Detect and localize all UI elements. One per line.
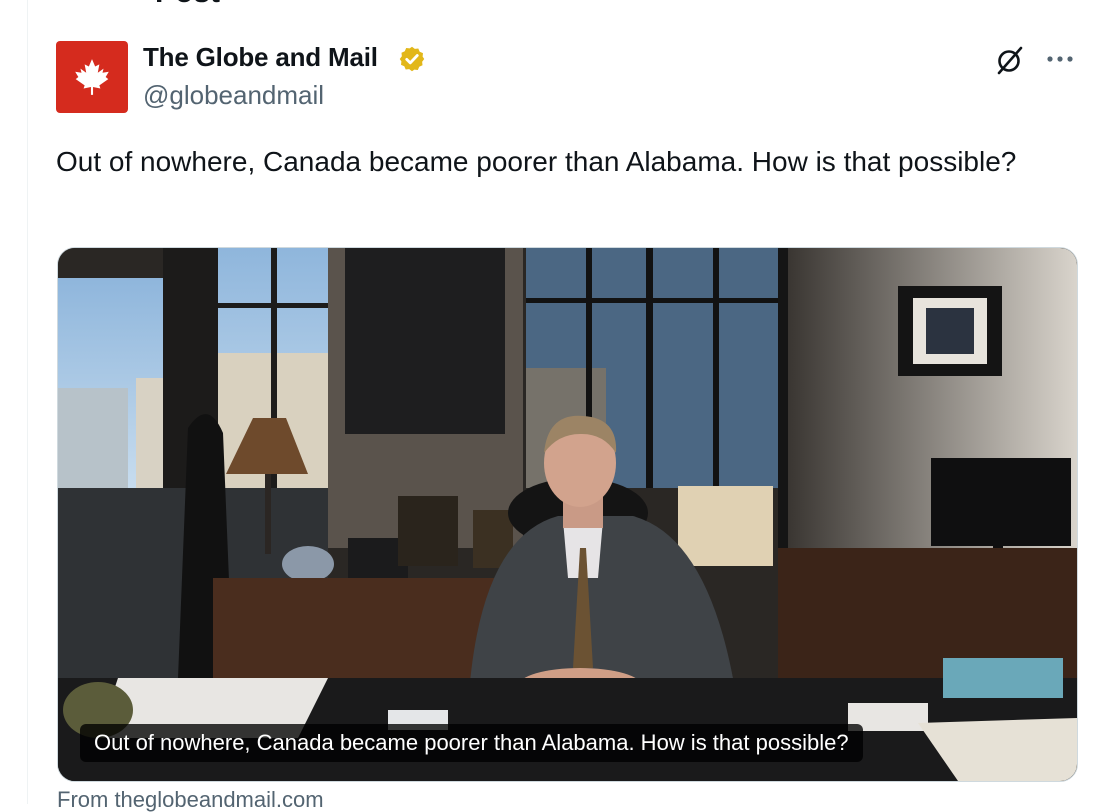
more-options-icon[interactable] <box>1044 52 1076 66</box>
video-frame <box>58 248 1077 781</box>
avatar[interactable] <box>56 41 128 113</box>
author-name[interactable]: The Globe and Mail <box>143 42 378 73</box>
grok-icon[interactable] <box>994 44 1026 76</box>
verified-badge-icon <box>399 46 425 72</box>
page-title: Post <box>155 0 220 8</box>
maple-leaf-icon <box>75 59 109 95</box>
author-handle[interactable]: @globeandmail <box>143 80 324 111</box>
timeline-border <box>27 0 28 804</box>
video-player[interactable]: Out of nowhere, Canada became poorer tha… <box>57 247 1078 782</box>
link-source[interactable]: From theglobeandmail.com <box>57 788 324 812</box>
video-caption: Out of nowhere, Canada became poorer tha… <box>80 724 863 762</box>
tweet-text: Out of nowhere, Canada became poorer tha… <box>56 146 1017 177</box>
